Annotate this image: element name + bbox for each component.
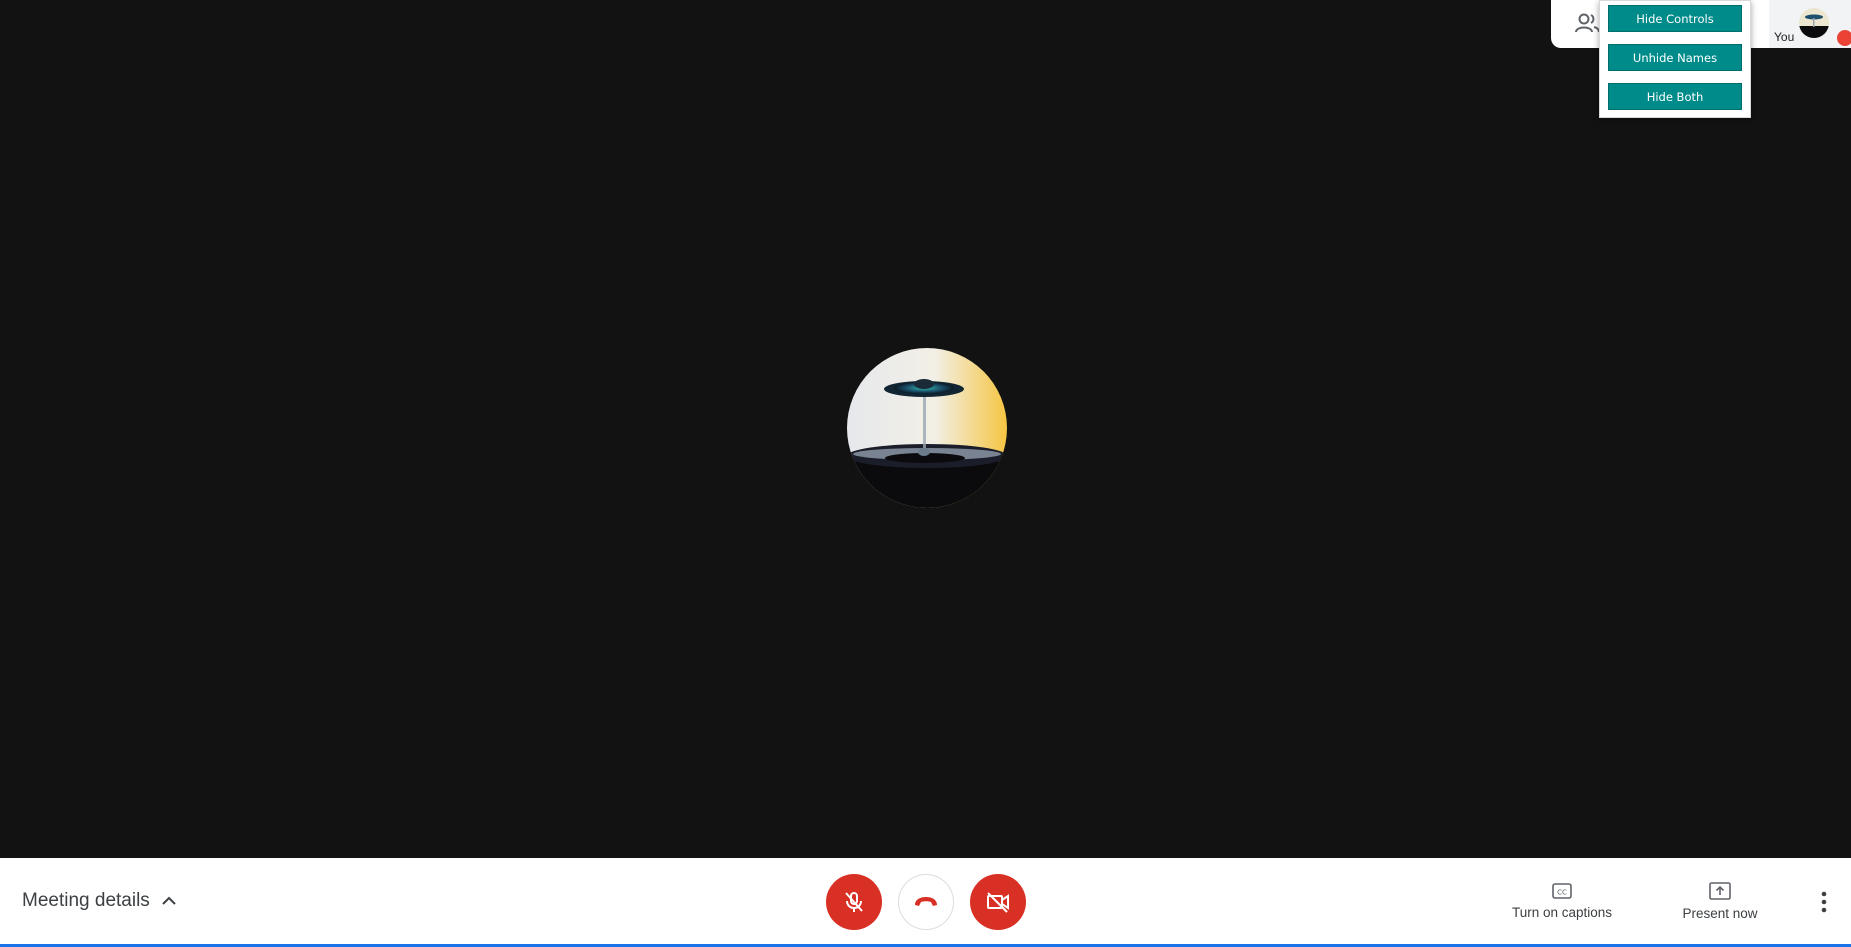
participant-avatar (847, 348, 1007, 508)
camera-off-icon (987, 892, 1009, 913)
meeting-details-label: Meeting details (22, 890, 150, 911)
hang-up-icon (915, 897, 937, 906)
camera-toggle-button[interactable] (970, 874, 1026, 930)
leave-call-button[interactable] (898, 874, 954, 930)
bottom-control-bar: Meeting details CC Turn on captions Pres… (0, 858, 1851, 947)
hide-controls-button[interactable]: Hide Controls (1608, 5, 1742, 32)
self-tile[interactable]: You (1769, 0, 1851, 48)
self-avatar (1799, 8, 1829, 38)
recording-indicator (1837, 30, 1851, 46)
meeting-details-button[interactable]: Meeting details (22, 858, 178, 944)
present-now-button[interactable]: Present now (1668, 858, 1772, 944)
present-label: Present now (1682, 905, 1758, 921)
people-icon (1575, 13, 1600, 33)
unhide-names-button[interactable]: Unhide Names (1608, 44, 1742, 71)
captions-button[interactable]: CC Turn on captions (1500, 858, 1624, 944)
microphone-toggle-button[interactable] (826, 874, 882, 930)
extension-panel: Hide Controls Unhide Names Hide Both (1599, 0, 1751, 118)
mic-off-icon (845, 892, 863, 912)
self-label: You (1774, 30, 1795, 44)
meeting-stage: You Hide Controls Unhide Names Hide Both… (0, 0, 1851, 947)
svg-text:CC: CC (1557, 888, 1567, 896)
present-icon (1709, 881, 1731, 900)
captions-icon: CC (1552, 882, 1572, 899)
captions-label: Turn on captions (1511, 904, 1613, 920)
chevron-up-icon (162, 896, 176, 905)
hide-both-button[interactable]: Hide Both (1608, 83, 1742, 110)
more-vert-icon[interactable] (1812, 882, 1836, 922)
